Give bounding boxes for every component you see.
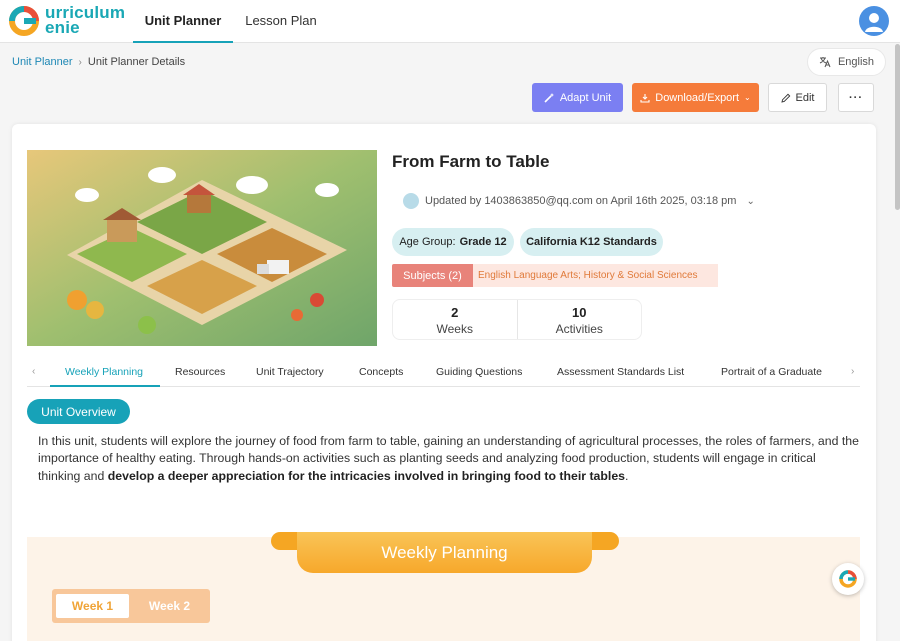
- download-export-label: Download/Export: [655, 91, 740, 104]
- overview-end: .: [625, 468, 629, 483]
- edit-button[interactable]: Edit: [768, 83, 827, 112]
- user-icon: [865, 13, 883, 32]
- more-options-button[interactable]: ···: [838, 83, 874, 112]
- chevron-left-icon[interactable]: ‹: [32, 366, 35, 377]
- overview-bold: develop a deeper appreciation for the in…: [107, 468, 625, 483]
- chevron-right-icon: ›: [78, 56, 82, 68]
- subjects-value: English Language Arts; History & Social …: [473, 264, 718, 287]
- genie-assistant-button[interactable]: [832, 563, 864, 595]
- user-avatar[interactable]: [859, 6, 889, 36]
- tab-weekly-planning[interactable]: Weekly Planning: [65, 366, 143, 378]
- tab-unit-trajectory[interactable]: Unit Trajectory: [256, 366, 324, 378]
- activities-label: Activities: [555, 322, 603, 336]
- language-selector[interactable]: English: [807, 48, 886, 76]
- breadcrumb: Unit Planner › Unit Planner Details: [12, 56, 185, 68]
- tab-concepts[interactable]: Concepts: [359, 366, 403, 378]
- tab-assessment-standards-list[interactable]: Assessment Standards List: [557, 366, 684, 378]
- nav-tab-lesson-plan[interactable]: Lesson Plan: [238, 0, 324, 43]
- tab-resources[interactable]: Resources: [175, 366, 225, 378]
- week-tab-1[interactable]: Week 1: [56, 594, 129, 618]
- age-group-value: Grade 12: [459, 236, 507, 248]
- unit-title: From Farm to Table: [392, 152, 550, 171]
- updated-text: Updated by 1403863850@qq.com on April 16…: [425, 195, 737, 207]
- activities-count: 10: [572, 305, 587, 320]
- curriculum-genie-logo[interactable]: urriculum enie: [8, 4, 125, 38]
- download-icon: [640, 93, 650, 103]
- download-export-button[interactable]: Download/Export ⌄: [632, 83, 759, 112]
- weekly-planning-banner: Weekly Planning: [297, 532, 592, 573]
- standards-chip: California K12 Standards: [520, 228, 663, 256]
- farm-illustration: [27, 150, 377, 346]
- language-label: English: [837, 56, 875, 68]
- age-group-label: Age Group:: [399, 236, 456, 248]
- stat-weeks: 2 Weeks: [393, 300, 517, 339]
- unit-cover-image: [27, 150, 377, 346]
- genie-logo-icon: [839, 570, 857, 588]
- top-navbar: urriculum enie Unit Planner Lesson Plan: [0, 0, 900, 43]
- week-tab-2[interactable]: Week 2: [132, 594, 207, 618]
- edit-label: Edit: [795, 91, 815, 104]
- logo-g-icon: [9, 6, 39, 36]
- translate-icon: [819, 57, 831, 68]
- active-tab-indicator: [50, 385, 160, 387]
- updater-avatar: [403, 193, 419, 209]
- weeks-label: Weeks: [436, 322, 473, 336]
- tab-portrait-of-a-graduate[interactable]: Portrait of a Graduate: [721, 366, 822, 378]
- chevron-down-icon: ⌄: [746, 195, 755, 207]
- unit-stats: 2 Weeks 10 Activities: [392, 299, 642, 340]
- chevron-down-icon: ⌄: [744, 93, 751, 102]
- breadcrumb-link-unit-planner[interactable]: Unit Planner: [12, 56, 73, 68]
- unit-overview-label: Unit Overview: [27, 399, 130, 424]
- week-tabs: Week 1 Week 2: [52, 589, 210, 623]
- adapt-unit-button[interactable]: Adapt Unit: [532, 83, 623, 112]
- age-group-chip: Age Group: Grade 12: [392, 228, 514, 256]
- stat-activities: 10 Activities: [516, 300, 642, 339]
- logo-text: urriculum enie: [45, 3, 126, 37]
- adapt-unit-label: Adapt Unit: [559, 91, 612, 104]
- updated-info[interactable]: Updated by 1403863850@qq.com on April 16…: [403, 193, 755, 209]
- chevron-right-icon[interactable]: ›: [851, 366, 854, 377]
- unit-overview-text: In this unit, students will explore the …: [38, 433, 860, 485]
- magic-wand-icon: [544, 93, 554, 103]
- pencil-icon: [780, 93, 790, 103]
- page-scrollbar[interactable]: [895, 44, 900, 210]
- unit-tabs: ‹ Weekly Planning Resources Unit Traject…: [27, 360, 860, 387]
- subjects-row: Subjects (2) English Language Arts; Hist…: [392, 264, 718, 287]
- nav-tab-unit-planner[interactable]: Unit Planner: [133, 0, 233, 43]
- weeks-count: 2: [451, 305, 459, 320]
- breadcrumb-current: Unit Planner Details: [87, 56, 186, 68]
- subjects-label: Subjects (2): [392, 264, 473, 287]
- tab-guiding-questions[interactable]: Guiding Questions: [436, 366, 522, 378]
